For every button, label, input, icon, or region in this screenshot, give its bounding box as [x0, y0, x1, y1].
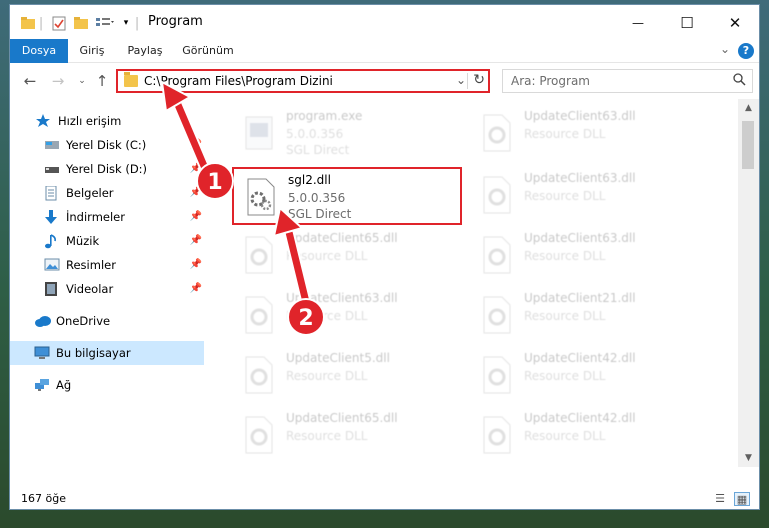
callout-2: 2	[287, 298, 325, 336]
status-bar: 167 öğe ☰ ▦	[10, 489, 759, 509]
address-dropdown-icon[interactable]: ⌄	[456, 73, 466, 87]
file-item[interactable]: UpdateClient42.dll Resource DLL	[470, 407, 700, 465]
large-icons-view-icon[interactable]: ▦	[734, 492, 750, 506]
videos-icon	[44, 282, 60, 296]
sidebar-item-downloads[interactable]: İndirmeler 📌	[10, 205, 204, 229]
dll-icon	[480, 355, 514, 395]
dll-icon	[480, 113, 514, 153]
address-separator	[467, 73, 468, 89]
search-placeholder: Ara: Program	[511, 74, 590, 88]
sidebar-item-network[interactable]: Ağ	[10, 373, 204, 397]
file-item[interactable]: UpdateClient63.dll Resource DLL	[232, 287, 462, 345]
pin-icon[interactable]: 📌	[190, 259, 202, 270]
view-options-icon[interactable]	[94, 14, 116, 32]
tab-share[interactable]: Paylaş	[122, 39, 168, 63]
sidebar-item-documents[interactable]: Belgeler 📌	[10, 181, 204, 205]
tab-home[interactable]: Giriş	[72, 39, 112, 63]
dll-gear-icon	[244, 177, 278, 217]
drive-icon	[44, 138, 60, 152]
music-icon	[44, 234, 60, 249]
folder-icon	[20, 14, 36, 32]
file-item[interactable]: UpdateClient5.dll Resource DLL	[232, 347, 462, 405]
item-count: 167 öğe	[21, 492, 66, 505]
qa-divider: |	[38, 15, 44, 31]
file-item[interactable]: UpdateClient63.dll Resource DLL	[470, 105, 700, 163]
file-item[interactable]: UpdateClient65.dll Resource DLL	[232, 407, 462, 465]
dll-icon	[242, 295, 276, 335]
file-list: program.exe 5.0.0.356 SGL Direct UpdateC…	[206, 99, 738, 467]
scroll-down-icon[interactable]: ▼	[738, 453, 759, 463]
dll-icon	[242, 235, 276, 275]
address-folder-icon	[124, 72, 138, 87]
dll-icon	[242, 415, 276, 455]
dll-icon	[480, 235, 514, 275]
back-arrow-icon[interactable]: ←	[20, 71, 40, 91]
address-bar[interactable]: C:\Program Files\Program Dizini ⌄ ↻	[116, 69, 490, 93]
sidebar-item-onedrive[interactable]: OneDrive	[10, 309, 204, 333]
pin-icon[interactable]: 📌	[190, 283, 202, 294]
documents-icon	[44, 185, 60, 201]
ribbon-tabs: Dosya Giriş Paylaş Görünüm ⌄ ?	[10, 39, 759, 97]
file-item[interactable]: UpdateClient63.dll Resource DLL	[470, 167, 700, 225]
download-icon	[44, 210, 60, 224]
maximize-button[interactable]: ☐	[664, 11, 710, 35]
file-item[interactable]: UpdateClient65.dll Resource DLL	[232, 227, 462, 285]
dll-icon	[480, 295, 514, 335]
network-icon	[34, 378, 50, 392]
computer-icon	[34, 346, 50, 360]
navigation-pane: Hızlı erişim Yerel Disk (C:) 📌 Yerel Dis…	[10, 99, 206, 467]
help-icon[interactable]: ?	[738, 43, 754, 59]
sidebar-item-local-disk-d[interactable]: Yerel Disk (D:) 📌	[10, 157, 204, 181]
scroll-thumb[interactable]	[742, 121, 754, 169]
sidebar-item-local-disk-c[interactable]: Yerel Disk (C:) 📌	[10, 133, 204, 157]
vertical-scrollbar[interactable]: ▲ ▼	[738, 99, 759, 467]
pin-icon[interactable]: 📌	[190, 211, 202, 222]
properties-icon[interactable]	[50, 14, 68, 32]
star-icon	[36, 114, 52, 128]
cloud-icon	[34, 314, 51, 328]
search-icon	[733, 73, 746, 90]
qa-divider-2: |	[134, 15, 140, 31]
pin-icon[interactable]: 📌	[190, 139, 202, 150]
dll-icon	[242, 355, 276, 395]
dll-icon	[480, 415, 514, 455]
recent-dropdown-icon[interactable]: ⌄	[72, 71, 92, 91]
refresh-icon[interactable]: ↻	[473, 72, 485, 88]
file-item[interactable]: UpdateClient42.dll Resource DLL	[470, 347, 700, 405]
sidebar-item-quick-access[interactable]: Hızlı erişim	[10, 109, 204, 133]
close-button[interactable]: ✕	[712, 11, 758, 35]
exe-icon	[242, 113, 276, 153]
ribbon-expand-icon[interactable]: ⌄	[720, 42, 730, 56]
details-view-icon[interactable]: ☰	[712, 492, 728, 506]
sidebar-item-pictures[interactable]: Resimler 📌	[10, 253, 204, 277]
scroll-up-icon[interactable]: ▲	[738, 103, 759, 113]
forward-arrow-icon[interactable]: →	[48, 71, 68, 91]
new-folder-icon[interactable]	[72, 14, 90, 32]
callout-1: 1	[196, 162, 234, 200]
drive-icon	[44, 162, 60, 176]
pictures-icon	[44, 258, 60, 272]
sidebar-item-videos[interactable]: Videolar 📌	[10, 277, 204, 301]
sidebar-item-music[interactable]: Müzik 📌	[10, 229, 204, 253]
pin-icon[interactable]: 📌	[190, 235, 202, 246]
file-item[interactable]: UpdateClient63.dll Resource DLL	[470, 227, 700, 285]
title-bar: | ▾ | Program — ☐ ✕	[10, 5, 759, 39]
file-item-program-exe[interactable]: program.exe 5.0.0.356 SGL Direct	[232, 105, 462, 163]
search-box[interactable]: Ara: Program	[502, 69, 753, 93]
qa-customize-icon[interactable]: ▾	[120, 14, 132, 32]
dll-icon	[480, 175, 514, 215]
explorer-window: | ▾ | Program — ☐ ✕ Dosya Giriş Paylaş G…	[9, 4, 760, 510]
file-item-sgl2-dll[interactable]: sgl2.dll 5.0.0.356 SGL Direct	[232, 167, 462, 225]
address-path: C:\Program Files\Program Dizini	[144, 74, 333, 88]
tab-view[interactable]: Görünüm	[178, 39, 238, 63]
up-arrow-icon[interactable]: ↑	[92, 71, 112, 91]
window-title: Program	[148, 14, 203, 29]
navigation-bar: ← → ⌄ ↑ C:\Program Files\Program Dizini …	[10, 63, 759, 99]
minimize-button[interactable]: —	[615, 11, 661, 35]
file-item[interactable]: UpdateClient21.dll Resource DLL	[470, 287, 700, 345]
sidebar-item-this-pc[interactable]: Bu bilgisayar	[10, 341, 204, 365]
